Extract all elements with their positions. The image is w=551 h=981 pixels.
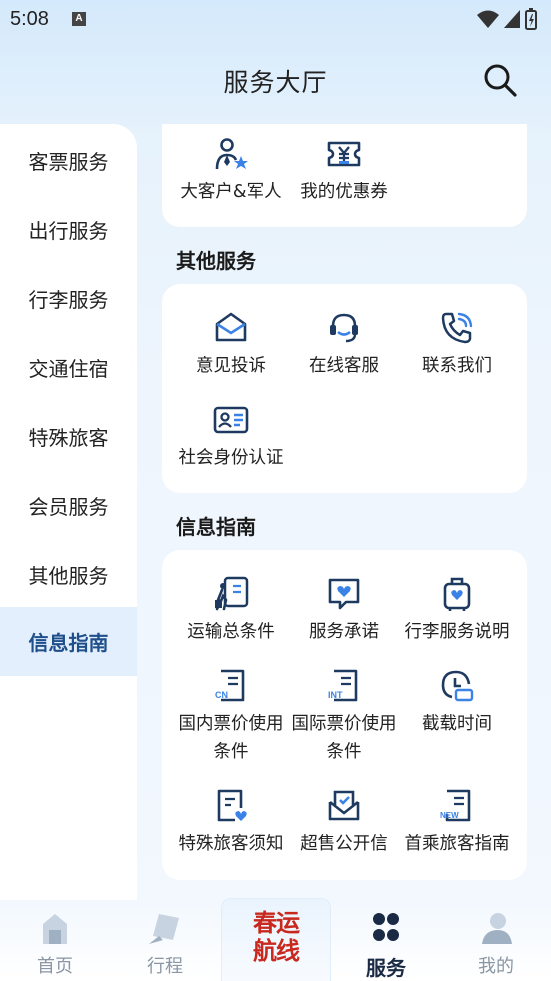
new-passenger-icon: NEW bbox=[440, 789, 471, 822]
sidebar-item-member[interactable]: 会员服务 bbox=[0, 471, 137, 540]
tab-label: 我的 bbox=[478, 956, 514, 977]
sidebar-item-label: 会员服务 bbox=[28, 495, 109, 519]
service-label-line2: 条件 bbox=[213, 742, 249, 762]
header: 服务大厅 bbox=[0, 38, 551, 122]
int-fare-icon: INT bbox=[328, 669, 358, 702]
baggage-info-button[interactable]: 行李服务说明 bbox=[400, 576, 514, 646]
promo-line1: 春运 bbox=[253, 908, 300, 937]
tab-home[interactable]: 首页 bbox=[0, 910, 110, 980]
sidebar-item-label: 交通住宿 bbox=[28, 357, 109, 381]
battery-icon bbox=[525, 8, 537, 30]
profile-icon bbox=[482, 913, 512, 944]
international-fare-rules-button[interactable]: INT 国际票价使用 条件 bbox=[287, 668, 401, 766]
service-label: 特殊旅客须知 bbox=[178, 834, 284, 854]
identity-verification-button[interactable]: 社会身份认证 bbox=[174, 402, 288, 472]
service-label-line2: 条件 bbox=[326, 742, 362, 762]
member-services-card: 大客户&军人 我的优惠券 bbox=[162, 124, 527, 227]
page-title: 服务大厅 bbox=[223, 68, 328, 97]
signal-icon bbox=[504, 10, 520, 28]
service-label: 截载时间 bbox=[422, 714, 492, 734]
complaint-mail-icon bbox=[215, 312, 247, 342]
sidebar-item-special-passenger[interactable]: 特殊旅客 bbox=[0, 402, 137, 471]
sidebar-item-travel[interactable]: 出行服务 bbox=[0, 195, 137, 264]
service-label: 首乘旅客指南 bbox=[404, 834, 510, 854]
luggage-icon bbox=[443, 577, 471, 611]
service-label: 服务承诺 bbox=[309, 622, 379, 642]
sidebar-item-label: 特殊旅客 bbox=[28, 426, 109, 450]
domestic-fare-rules-button[interactable]: CN 国内票价使用 条件 bbox=[174, 668, 288, 766]
sidebar-item-ticket[interactable]: 客票服务 bbox=[0, 126, 137, 195]
status-time: 5:08 bbox=[10, 8, 49, 30]
section-title-other: 其他服务 bbox=[176, 249, 256, 273]
cutoff-clock-icon bbox=[441, 670, 474, 702]
service-label: 意见投诉 bbox=[196, 356, 266, 376]
service-label: 我的优惠券 bbox=[300, 182, 388, 202]
fare-badge: INT bbox=[328, 690, 343, 700]
transport-terms-icon bbox=[215, 576, 249, 611]
vip-person-icon bbox=[215, 138, 248, 170]
transport-terms-button[interactable]: 运输总条件 bbox=[174, 576, 288, 646]
service-promise-icon bbox=[328, 578, 360, 610]
id-card-icon bbox=[213, 406, 249, 434]
service-label: 在线客服 bbox=[309, 356, 379, 376]
status-bar: 5:08 A bbox=[0, 0, 551, 38]
vip-military-button[interactable]: 大客户&军人 bbox=[174, 136, 288, 206]
service-label: 联系我们 bbox=[422, 356, 492, 376]
online-support-button[interactable]: 在线客服 bbox=[287, 310, 401, 380]
sidebar-item-label: 其他服务 bbox=[28, 564, 109, 588]
tab-label: 服务 bbox=[366, 956, 406, 980]
service-promise-button[interactable]: 服务承诺 bbox=[287, 576, 401, 646]
sidebar-item-label: 客票服务 bbox=[28, 150, 109, 174]
contact-us-button[interactable]: 联系我们 bbox=[400, 310, 514, 380]
category-sidebar: 客票服务 出行服务 行李服务 交通住宿 特殊旅客 会员服务 其他服务 信息指南 bbox=[0, 124, 137, 914]
sidebar-item-baggage[interactable]: 行李服务 bbox=[0, 264, 137, 333]
search-icon[interactable] bbox=[482, 62, 518, 98]
notification-a-icon: A bbox=[72, 12, 86, 26]
headset-icon bbox=[330, 313, 358, 343]
phone-icon bbox=[441, 312, 473, 344]
status-icons bbox=[477, 8, 537, 30]
itinerary-icon bbox=[149, 914, 179, 944]
sidebar-item-transport-hotel[interactable]: 交通住宿 bbox=[0, 333, 137, 402]
service-icon bbox=[373, 913, 399, 941]
service-label: 国际票价使用 bbox=[291, 714, 397, 734]
new-badge: NEW bbox=[440, 811, 459, 820]
cutoff-time-button[interactable]: 截载时间 bbox=[400, 668, 514, 738]
service-label: 运输总条件 bbox=[187, 622, 275, 642]
info-guide-card: 运输总条件 服务承诺 行李服务说明 CN 国内票价使用 条件 INT 国际票价使… bbox=[162, 550, 527, 880]
sidebar-item-label: 信息指南 bbox=[28, 631, 109, 655]
coupon-icon bbox=[327, 141, 361, 167]
other-services-card: 意见投诉 在线客服 联系我们 社会身份认证 bbox=[162, 284, 527, 493]
tab-itinerary[interactable]: 行程 bbox=[110, 910, 220, 980]
service-label: 超售公开信 bbox=[300, 834, 388, 854]
spring-festival-promo-button[interactable]: 春运 航线 bbox=[221, 898, 331, 981]
complaint-button[interactable]: 意见投诉 bbox=[174, 310, 288, 380]
tab-service[interactable]: 服务 bbox=[331, 910, 441, 980]
special-passenger-notice-button[interactable]: 特殊旅客须知 bbox=[174, 788, 288, 858]
service-label: 大客户&军人 bbox=[180, 182, 282, 202]
sidebar-item-label: 出行服务 bbox=[28, 219, 109, 243]
wifi-icon bbox=[477, 10, 499, 28]
home-icon bbox=[43, 914, 67, 944]
tab-profile[interactable]: 我的 bbox=[441, 910, 551, 980]
sidebar-item-other[interactable]: 其他服务 bbox=[0, 540, 137, 609]
service-label: 行李服务说明 bbox=[404, 622, 510, 642]
overbooking-letter-icon bbox=[328, 790, 360, 821]
special-notice-icon bbox=[217, 789, 247, 822]
service-label: 国内票价使用 bbox=[178, 714, 284, 734]
tab-label: 行程 bbox=[147, 956, 183, 977]
my-coupons-button[interactable]: 我的优惠券 bbox=[287, 136, 401, 206]
overbooking-letter-button[interactable]: 超售公开信 bbox=[287, 788, 401, 858]
tab-label: 首页 bbox=[37, 956, 73, 977]
promo-line2: 航线 bbox=[253, 936, 300, 965]
cn-fare-icon: CN bbox=[215, 669, 245, 702]
section-title-info-guide: 信息指南 bbox=[176, 515, 256, 539]
first-flight-guide-button[interactable]: NEW 首乘旅客指南 bbox=[400, 788, 514, 858]
fare-badge: CN bbox=[215, 690, 228, 700]
sidebar-item-label: 行李服务 bbox=[28, 288, 109, 312]
sidebar-item-info-guide[interactable]: 信息指南 bbox=[0, 607, 137, 676]
service-label: 社会身份认证 bbox=[178, 448, 284, 468]
